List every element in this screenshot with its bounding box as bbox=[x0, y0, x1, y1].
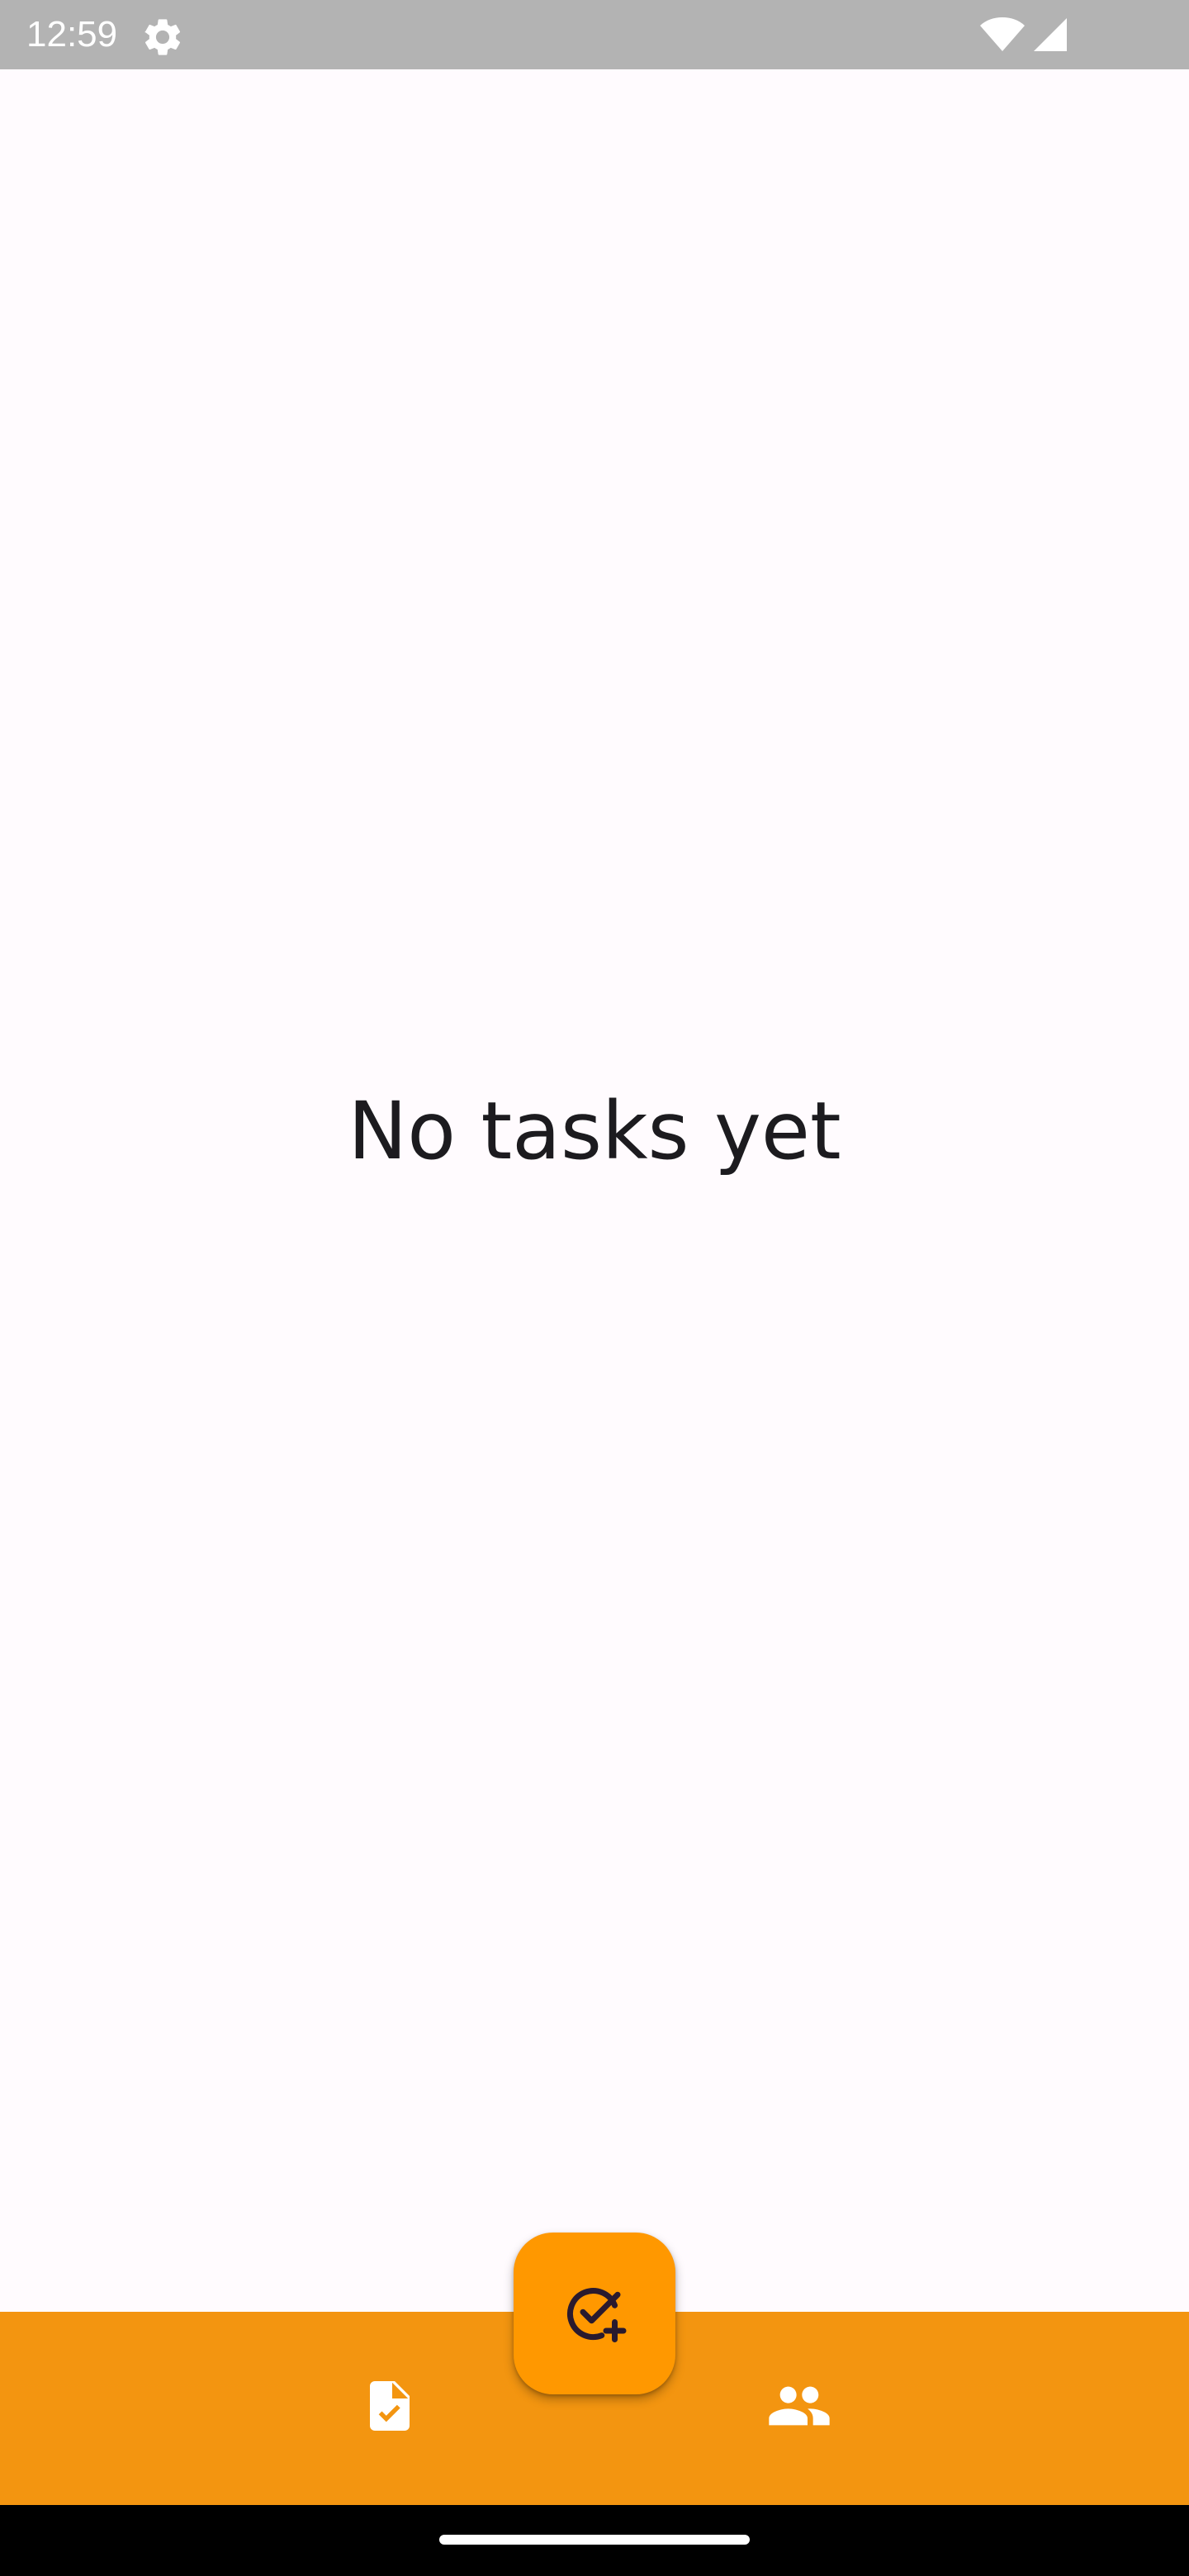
nav-item-tasks[interactable] bbox=[350, 2366, 429, 2446]
main-content bbox=[0, 69, 1189, 2312]
status-time: 12:59 bbox=[26, 14, 118, 54]
empty-state-message: No tasks yet bbox=[348, 1085, 841, 1177]
people-icon bbox=[769, 2386, 830, 2426]
status-bar: 12:59 bbox=[0, 0, 1189, 69]
add-task-button[interactable] bbox=[514, 2233, 675, 2394]
task-document-icon bbox=[370, 2381, 410, 2431]
signal-icon bbox=[1034, 18, 1067, 51]
add-task-icon bbox=[567, 2288, 627, 2342]
settings-icon bbox=[144, 19, 181, 55]
wifi-icon bbox=[980, 17, 1025, 51]
nav-item-people[interactable] bbox=[760, 2366, 839, 2446]
home-gesture-handle[interactable] bbox=[439, 2535, 750, 2545]
